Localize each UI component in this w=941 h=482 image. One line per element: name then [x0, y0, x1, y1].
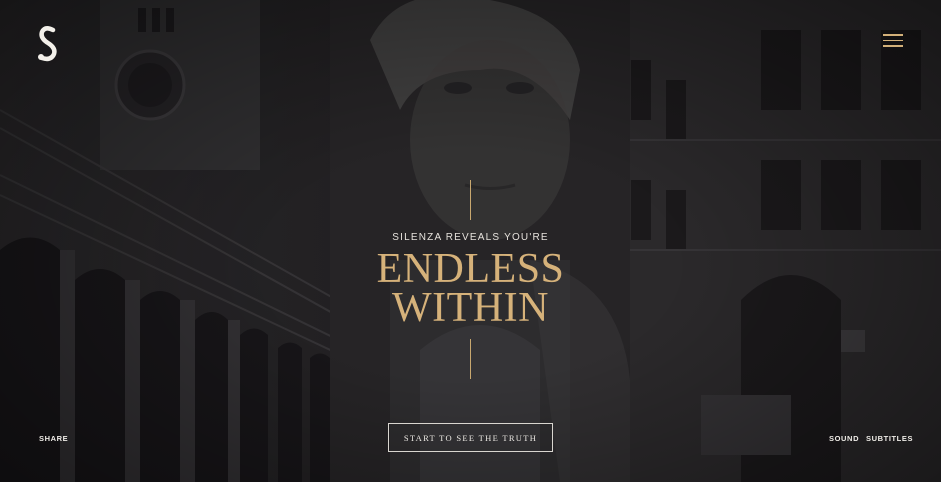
- divider-line-bottom: [470, 339, 471, 379]
- hamburger-menu-icon[interactable]: [883, 34, 903, 48]
- start-truth-button[interactable]: START TO SEE THE TRUTH: [388, 423, 553, 452]
- menu-bar-bottom: [883, 45, 903, 47]
- menu-bar-top: [883, 34, 903, 36]
- headline-line-2: WITHIN: [392, 285, 549, 331]
- hero-headline: ENDLESS WITHIN: [0, 246, 941, 331]
- hero-kicker: SILENZA REVEALS YOU'RE: [392, 232, 549, 243]
- hero-stage: SILENZA REVEALS YOU'RE ENDLESS WITHIN ST…: [0, 0, 941, 482]
- headline-line-1: ENDLESS: [376, 246, 565, 292]
- subtitles-toggle[interactable]: SUBTITLES: [866, 434, 913, 443]
- divider-line-top: [470, 180, 471, 220]
- silenza-s-logo-icon[interactable]: [36, 26, 62, 62]
- menu-bar-middle: [883, 39, 903, 41]
- sound-toggle[interactable]: SOUND: [829, 434, 859, 443]
- share-link[interactable]: SHARE: [39, 434, 68, 443]
